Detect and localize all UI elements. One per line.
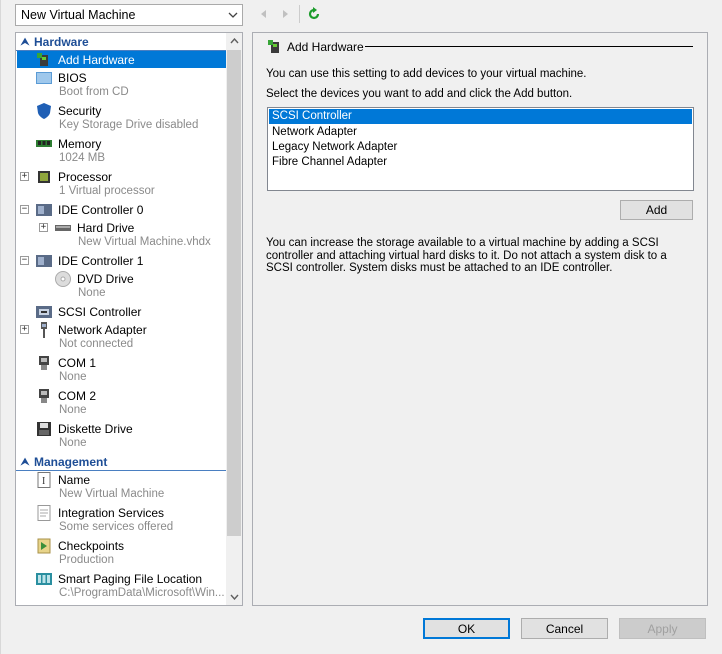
processor-icon	[36, 169, 52, 185]
collapse-chevron-icon[interactable]: ⮝	[16, 37, 34, 48]
dvd-drive-sub: None	[78, 287, 106, 299]
ide-controller-icon	[36, 253, 52, 269]
integration-services-icon	[36, 505, 52, 521]
description-text: You can increase the storage available t…	[266, 237, 667, 274]
memory-sub: 1024 MB	[59, 152, 106, 164]
com-1-sub: None	[59, 371, 87, 383]
shield-icon	[36, 103, 52, 119]
cancel-button[interactable]: Cancel	[521, 618, 608, 639]
tree-scrollbar[interactable]	[226, 33, 242, 605]
scroll-up-icon[interactable]	[226, 33, 242, 49]
hard-drive-sub: New Virtual Machine.vhdx	[78, 236, 211, 248]
settings-tree: ⮝ Hardware Add Hardware BIOS Boot from C…	[15, 32, 243, 606]
add-hardware-icon	[36, 52, 52, 68]
collapse-icon[interactable]: −	[20, 256, 29, 265]
smart-paging-icon	[36, 571, 52, 587]
ok-button[interactable]: OK	[423, 618, 510, 639]
scroll-down-icon[interactable]	[226, 589, 242, 605]
back-arrow-icon[interactable]	[256, 6, 272, 22]
com-port-icon	[36, 388, 52, 404]
intro-text: You can use this setting to add devices …	[266, 68, 587, 80]
processor-sub: 1 Virtual processor	[59, 185, 155, 197]
vm-selector[interactable]: New Virtual Machine	[15, 4, 243, 26]
apply-button[interactable]: Apply	[619, 618, 706, 639]
add-button[interactable]: Add	[620, 200, 693, 220]
expand-icon[interactable]: +	[20, 325, 29, 334]
com-port-icon	[36, 355, 52, 371]
device-listbox[interactable]: SCSI Controller Network Adapter Legacy N…	[267, 107, 694, 191]
hard-drive-icon	[55, 220, 71, 236]
device-option[interactable]: Fibre Channel Adapter	[268, 155, 693, 170]
floppy-disk-icon	[36, 421, 52, 437]
bios-sub: Boot from CD	[59, 86, 129, 98]
device-option[interactable]: Legacy Network Adapter	[268, 140, 693, 155]
integration-services-sub: Some services offered	[59, 521, 174, 533]
svg-text:I: I	[42, 476, 45, 487]
network-adapter-icon	[36, 322, 52, 338]
ide-controller-icon	[36, 202, 52, 218]
memory-icon	[36, 136, 52, 152]
toolbar-divider	[299, 5, 300, 23]
scrollbar-thumb[interactable]	[227, 50, 241, 536]
network-adapter-sub: Not connected	[59, 338, 134, 350]
add-hardware-panel: Add Hardware You can use this setting to…	[252, 32, 708, 606]
title-rule	[365, 46, 693, 47]
vm-selector-value: New Virtual Machine	[21, 8, 136, 22]
collapse-chevron-icon[interactable]: ⮝	[16, 457, 34, 468]
name-sub: New Virtual Machine	[59, 488, 165, 500]
collapse-icon[interactable]: −	[20, 205, 29, 214]
checkpoint-icon	[36, 538, 52, 554]
dvd-icon	[55, 271, 71, 287]
section-header-management[interactable]: ⮝ Management	[16, 454, 226, 471]
checkpoints-sub: Production	[59, 554, 114, 566]
bios-icon	[36, 70, 52, 86]
chevron-down-icon	[224, 5, 242, 25]
refresh-icon[interactable]	[306, 6, 322, 22]
window-edge	[0, 0, 1, 654]
forward-arrow-icon[interactable]	[277, 6, 293, 22]
name-tag-icon: I	[36, 472, 52, 488]
smart-paging-sub: C:\ProgramData\Microsoft\Win...	[59, 587, 225, 599]
scsi-controller-icon	[36, 304, 52, 320]
expand-icon[interactable]: +	[20, 172, 29, 181]
security-sub: Key Storage Drive disabled	[59, 119, 199, 131]
com-2-sub: None	[59, 404, 87, 416]
section-header-hardware[interactable]: ⮝ Hardware	[16, 34, 226, 51]
instruction-text: Select the devices you want to add and c…	[266, 88, 573, 100]
diskette-drive-sub: None	[59, 437, 87, 449]
panel-title: Add Hardware	[267, 39, 364, 55]
add-hardware-icon	[267, 39, 283, 55]
expand-icon[interactable]: +	[39, 223, 48, 232]
device-option[interactable]: SCSI Controller	[269, 109, 692, 124]
device-option[interactable]: Network Adapter	[268, 125, 693, 140]
